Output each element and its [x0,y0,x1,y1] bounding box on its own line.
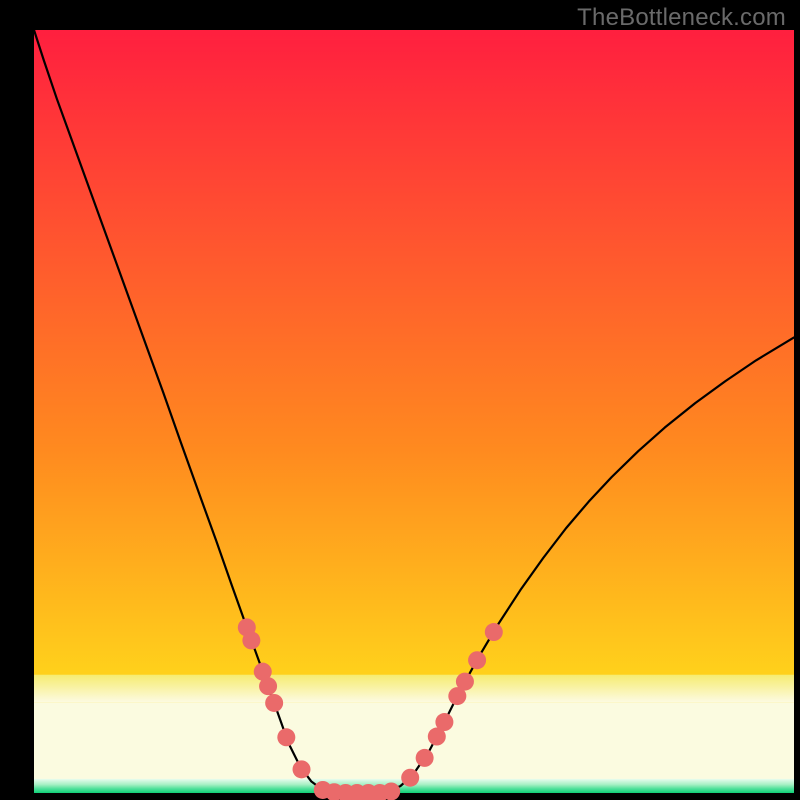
curve-marker [265,694,283,712]
band-soft-1 [34,675,794,702]
band-soft-2 [34,702,794,779]
curve-marker [259,677,277,695]
curve-marker [485,623,503,641]
curve-marker [401,769,419,787]
curve-marker [293,760,311,778]
curve-marker [382,782,400,800]
chart-svg [0,0,800,800]
curve-marker [242,631,260,649]
curve-marker [277,728,295,746]
curve-marker [456,673,474,691]
curve-marker [416,749,434,767]
chart-stage: TheBottleneck.com [0,0,800,800]
curve-marker [435,713,453,731]
curve-marker [468,651,486,669]
